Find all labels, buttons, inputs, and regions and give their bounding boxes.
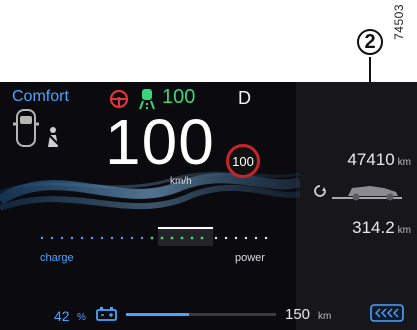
current-speed: 100 [105,106,215,178]
speed-unit: km/h [170,176,192,187]
range-unit: km [318,311,332,322]
reference-code: 74503 [392,4,406,40]
seatbelt-icon [47,127,59,147]
range-value: 150 [285,306,311,323]
trip-car-icon [314,185,402,201]
battery-percent-unit: % [77,312,86,323]
odometer-value: 47410 [347,150,395,169]
charge-label: charge [40,252,74,264]
drive-mode-label: Comfort [12,88,69,105]
instrument-cluster: Comfort 100 D 100 km/h 100 47410 km 314.… [0,82,417,330]
regen-icon [370,304,404,322]
power-meter-scale [40,227,268,246]
battery-percent: 42 [54,308,70,324]
trip-value: 314.2 [352,218,395,237]
trip-unit: km [397,225,411,236]
battery-range-bar [126,313,276,316]
speed-limit-sign: 100 [226,144,260,178]
battery-icon [96,307,117,321]
trip-distance: 314.2 km [296,218,411,238]
power-label: power [235,252,265,264]
odometer-unit: km [397,157,411,168]
odometer: 47410 km [296,150,411,170]
gear-indicator: D [238,88,251,108]
callout-number: 2 [357,29,383,55]
battery-range-fill [126,313,189,316]
car-top-icon [13,109,39,147]
speed-limit-value: 100 [232,153,254,169]
info-panel [296,82,417,330]
